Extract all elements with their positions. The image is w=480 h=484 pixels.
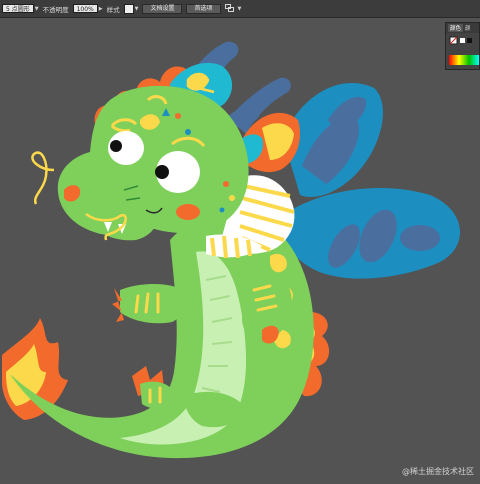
style-swatch[interactable] [123,3,134,14]
opacity-control[interactable]: 100% ▶ [72,4,103,13]
tab-color[interactable]: 颜色 [448,24,464,32]
preferences-button[interactable]: 首选项 [186,3,221,14]
color-spectrum-slider[interactable] [449,55,479,65]
chevron-down-icon[interactable]: ▼ [35,6,39,12]
opacity-field[interactable]: 100% [72,4,98,13]
style-label: 样式 [106,5,120,14]
color-panel-tabs: 颜色 颜 [446,23,479,33]
control-bar: 5 点圆形 ▼ 不透明度 100% ▶ 样式 ▼ 文档设置 首选项 ▼ [0,0,480,18]
fill-stroke-icon[interactable] [449,36,477,46]
dragon-illustration [2,41,461,459]
artboard-canvas[interactable] [0,19,480,480]
arrange-documents-button[interactable]: ▼ [224,4,242,13]
brush-size-field[interactable]: 5 点圆形 [2,4,34,13]
watermark: @稀土掘金技术社区 [402,467,474,476]
color-panel: 颜色 颜 [445,22,480,70]
document-setup-button[interactable]: 文档设置 [142,3,183,14]
arrange-documents-icon [224,4,234,12]
tab-color-guide[interactable]: 颜 [465,24,471,32]
style-dropdown[interactable]: ▼ [123,3,139,14]
opacity-arrow-icon[interactable]: ▶ [99,6,103,12]
chevron-down-icon[interactable]: ▼ [135,6,139,12]
brush-definition-dropdown[interactable]: 5 点圆形 ▼ [2,4,39,13]
opacity-label: 不透明度 [42,5,69,14]
chevron-down-icon[interactable]: ▼ [238,6,242,12]
